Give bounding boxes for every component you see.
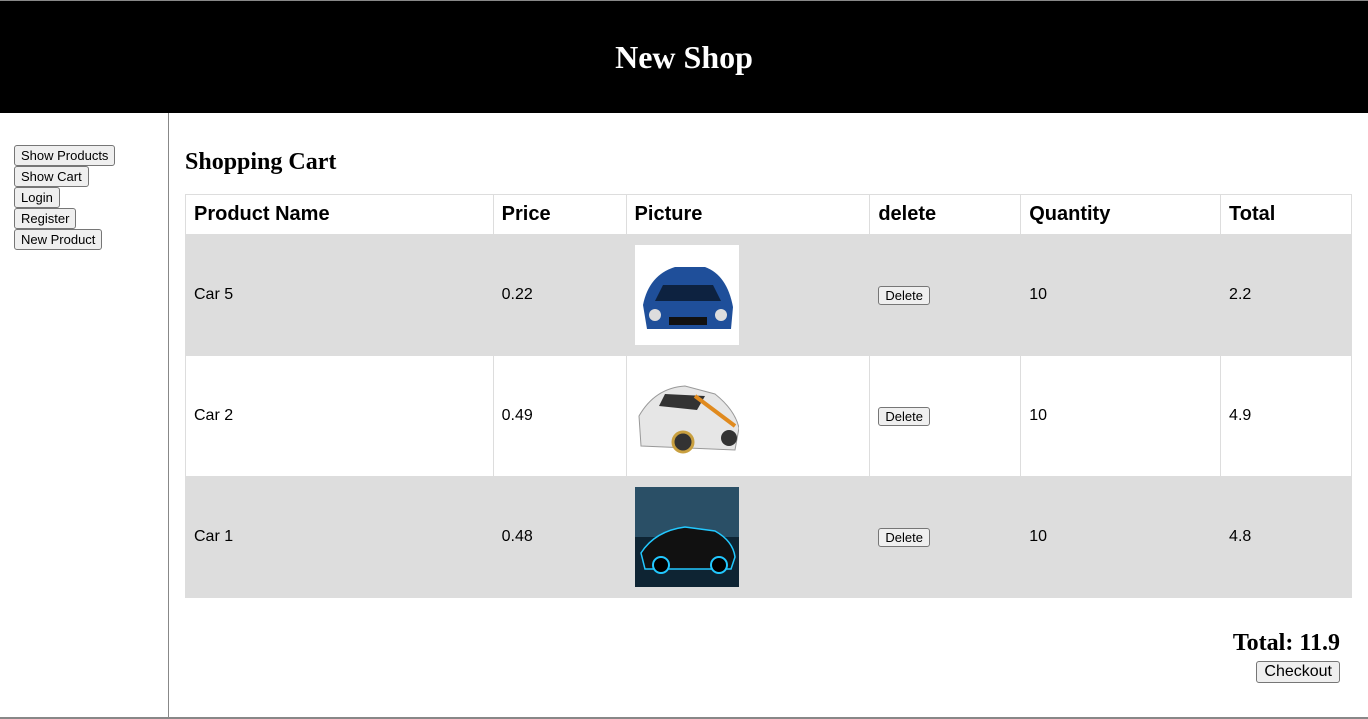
row-total: 4.9 <box>1220 355 1352 477</box>
show-cart-button[interactable]: Show Cart <box>14 166 89 187</box>
row-total: 2.2 <box>1220 234 1352 356</box>
sidebar: Show Products Show Cart Login Register N… <box>0 113 169 718</box>
delete-button[interactable]: Delete <box>878 406 930 426</box>
column-header: Price <box>492 194 627 235</box>
product-name: Car 5 <box>185 234 494 356</box>
checkout-button[interactable]: Checkout <box>1256 661 1340 683</box>
price: 0.49 <box>492 355 627 477</box>
column-header: Quantity <box>1020 194 1222 235</box>
product-image <box>634 487 739 587</box>
cart-summary: Total: 11.9 Checkout <box>1233 630 1340 683</box>
price: 0.48 <box>492 476 627 598</box>
cart-table: Product Name Price Picture delete Quanti… <box>185 194 1352 598</box>
show-products-button[interactable]: Show Products <box>14 145 116 166</box>
price: 0.22 <box>492 234 627 356</box>
column-header: delete <box>869 194 1022 235</box>
page-title: Shopping Cart <box>185 149 337 175</box>
quantity: 10 <box>1020 234 1222 356</box>
product-image <box>634 366 739 466</box>
table-row: Car 1 0.48 Delete 10 4.8 <box>185 476 1352 598</box>
table-row: Car 2 0.49 Delete 10 4.9 <box>185 355 1352 477</box>
row-total: 4.8 <box>1220 476 1352 598</box>
header: New Shop <box>0 0 1368 113</box>
new-product-button[interactable]: New Product <box>14 229 103 250</box>
login-button[interactable]: Login <box>14 187 60 208</box>
table-header: Product Name Price Picture delete Quanti… <box>185 194 1352 235</box>
product-name: Car 1 <box>185 476 494 598</box>
column-header: Total <box>1220 194 1352 235</box>
product-name: Car 2 <box>185 355 494 477</box>
delete-button[interactable]: Delete <box>878 285 930 305</box>
register-button[interactable]: Register <box>14 208 77 229</box>
quantity: 10 <box>1020 355 1222 477</box>
delete-button[interactable]: Delete <box>878 527 930 547</box>
product-image <box>634 245 739 345</box>
table-row: Car 5 0.22 Delete 10 2.2 <box>185 234 1352 356</box>
column-header: Picture <box>625 194 871 235</box>
main-content: Shopping Cart Product Name Price Picture… <box>185 113 1352 598</box>
quantity: 10 <box>1020 476 1222 598</box>
site-title: New Shop <box>615 38 753 75</box>
column-header: Product Name <box>185 194 494 235</box>
cart-total: Total: 11.9 <box>1232 630 1340 656</box>
